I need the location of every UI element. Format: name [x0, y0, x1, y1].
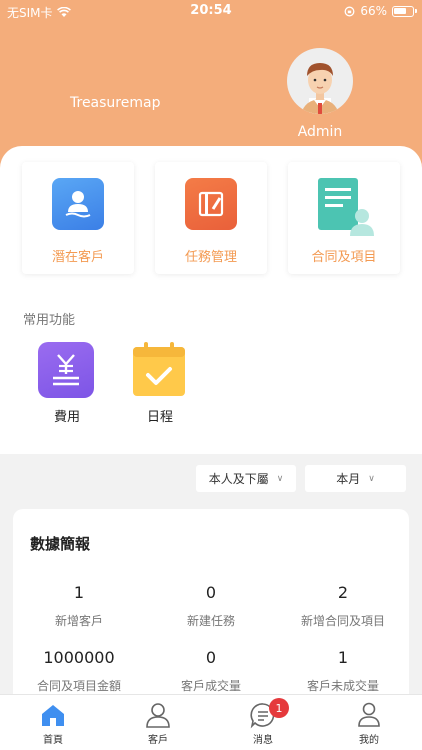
- stat-label: 新建任務: [186, 614, 235, 628]
- tab-customers[interactable]: 客戶: [118, 701, 198, 746]
- status-bar: 无SIM卡 20:54 66%: [0, 0, 422, 22]
- period-filter-dropdown[interactable]: 本月 ∨: [305, 465, 406, 492]
- message-badge: 1: [269, 698, 289, 718]
- home-icon: [42, 705, 64, 726]
- stats-card: 數據簡報 1 新增客戶 0 新建任務 2 新增合同及項目 1000000 合同及…: [13, 509, 409, 709]
- chevron-down-icon: ∨: [368, 473, 375, 484]
- tab-home[interactable]: 首頁: [13, 701, 93, 746]
- stat-item: 2 新增合同及項目: [277, 583, 409, 629]
- stat-label: 新增客戶: [54, 614, 103, 628]
- quick-action-potential-customers[interactable]: 潛在客戶: [22, 162, 134, 274]
- quick-action-label: 潛在客戶: [51, 250, 104, 265]
- stat-value: 2: [337, 583, 349, 602]
- quick-action-task-management[interactable]: 任務管理: [155, 162, 267, 274]
- stat-label: 客戶成交量: [180, 679, 241, 693]
- schedule-icon: [131, 342, 187, 398]
- stat-label: 客戶未成交量: [306, 679, 379, 693]
- scope-filter-value: 本人及下屬: [208, 472, 269, 486]
- stat-item: 0 新建任務: [145, 583, 277, 629]
- function-label: 日程: [146, 410, 173, 425]
- stat-item: 1 客戶未成交量: [277, 648, 409, 694]
- function-schedule[interactable]: 日程: [131, 342, 189, 425]
- stat-item: 0 客戶成交量: [145, 648, 277, 694]
- scope-filter-dropdown[interactable]: 本人及下屬 ∨: [196, 465, 296, 492]
- avatar[interactable]: [287, 48, 353, 114]
- stat-value: 0: [205, 583, 217, 602]
- tab-bar: 首頁 客戶 1 消息 我的: [0, 694, 422, 750]
- common-functions-title: 常用功能: [23, 313, 76, 328]
- contract-icon: [318, 178, 374, 236]
- stat-label: 合同及項目金額: [36, 679, 121, 693]
- quick-action-label: 任務管理: [184, 250, 237, 265]
- battery-icon: [392, 5, 417, 17]
- stat-item: 1000000 合同及項目金額: [13, 648, 145, 694]
- function-label: 費用: [53, 410, 80, 425]
- stat-label: 新增合同及項目: [300, 614, 385, 628]
- quick-action-contracts-projects[interactable]: 合同及項目: [288, 162, 400, 274]
- tab-label: 首頁: [43, 735, 63, 746]
- expense-icon: [38, 342, 94, 398]
- tab-messages[interactable]: 1 消息: [223, 698, 303, 746]
- profile-icon: [358, 702, 380, 727]
- app-name: Treasuremap: [70, 95, 161, 111]
- stat-item: 1 新增客戶: [13, 583, 145, 629]
- period-filter-value: 本月: [336, 472, 361, 486]
- tab-label: 我的: [359, 735, 379, 746]
- tab-label: 客戶: [148, 735, 168, 746]
- person-icon: [146, 703, 170, 728]
- function-expense[interactable]: 費用: [38, 342, 96, 425]
- stats-title: 數據簡報: [30, 535, 91, 553]
- orientation-lock-icon: [344, 6, 355, 16]
- stat-value: 0: [205, 648, 217, 667]
- stat-value: 1: [337, 648, 349, 667]
- stat-value: 1000000: [43, 648, 115, 667]
- battery-percent: 66%: [360, 4, 387, 18]
- customer-icon: [52, 178, 104, 230]
- tab-label: 消息: [253, 735, 273, 746]
- user-name[interactable]: Admin: [280, 124, 360, 140]
- tab-profile[interactable]: 我的: [329, 701, 409, 746]
- chevron-down-icon: ∨: [276, 473, 284, 484]
- stat-value: 1: [73, 583, 85, 602]
- quick-action-label: 合同及項目: [311, 250, 377, 265]
- task-icon: [185, 178, 237, 230]
